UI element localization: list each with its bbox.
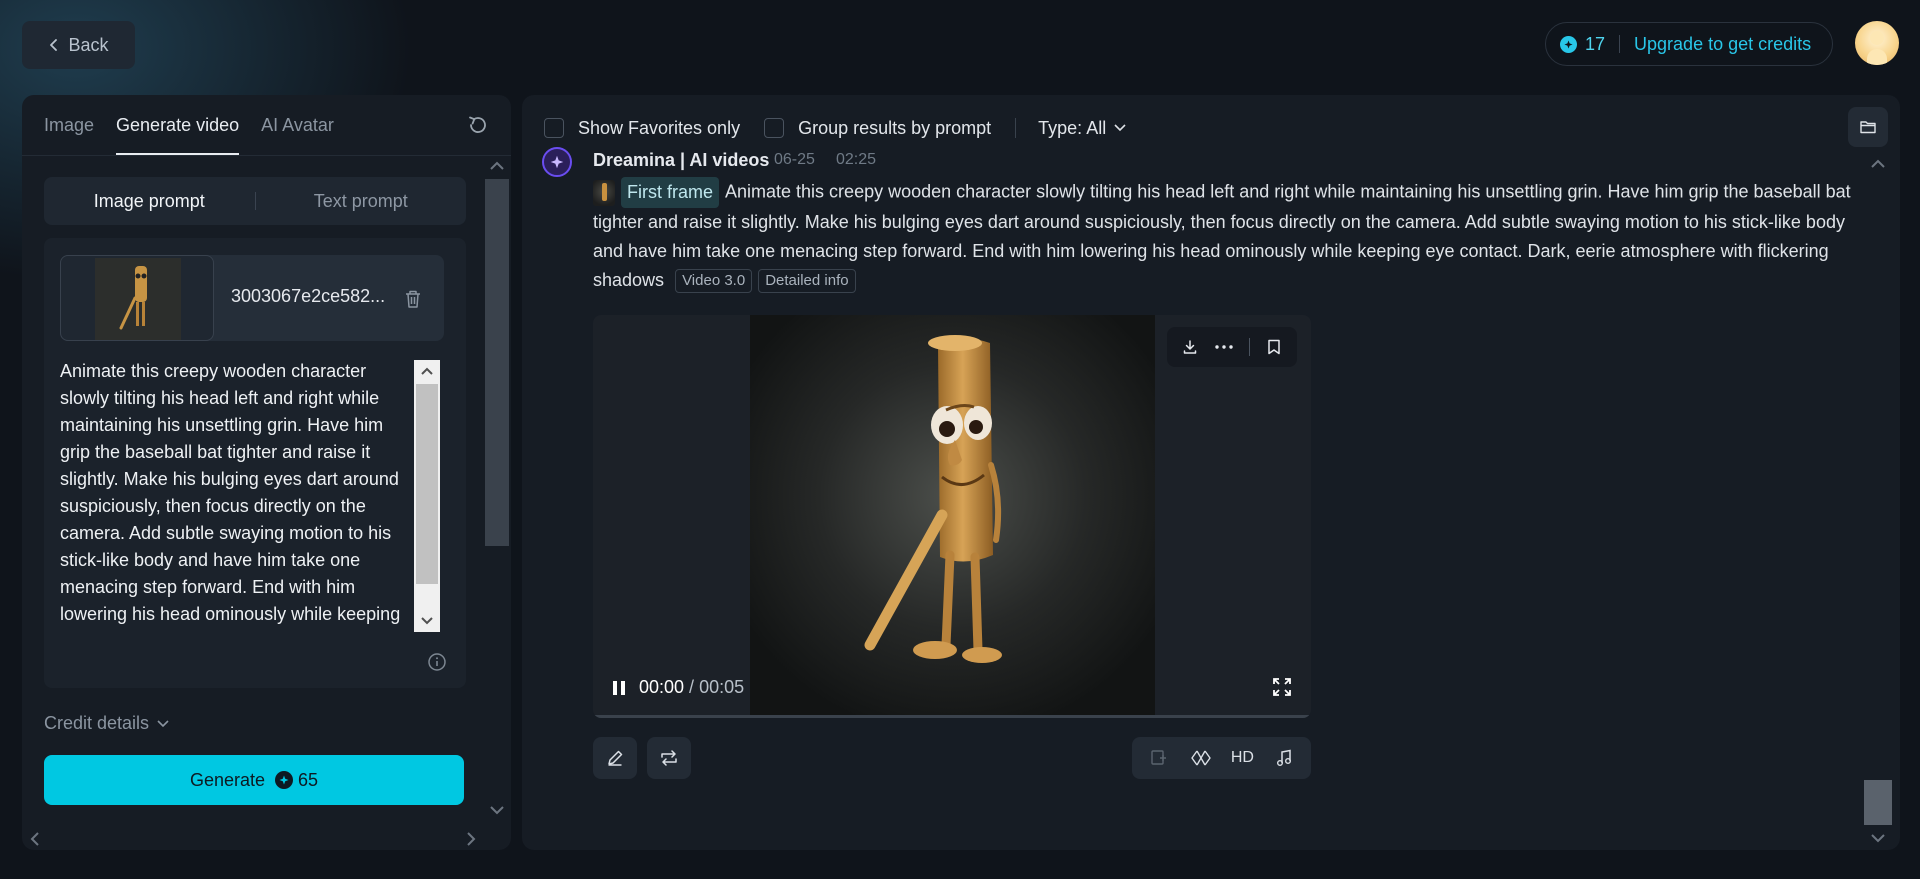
credits-count: 17 xyxy=(1585,33,1606,54)
record-time: 02:25 xyxy=(836,151,877,168)
folder-icon xyxy=(1860,121,1876,134)
lipsync-icon[interactable] xyxy=(1184,741,1218,775)
edit-button[interactable] xyxy=(593,737,637,779)
pill-divider xyxy=(1619,35,1621,53)
frame-extend-icon[interactable] xyxy=(1142,741,1176,775)
video-actions-group: HD xyxy=(1132,737,1311,779)
prompt-scrollbar[interactable] xyxy=(414,360,440,632)
left-panel: Image Generate video AI Avatar Image pro… xyxy=(22,95,511,850)
panel-scroll-down-icon[interactable] xyxy=(488,803,506,817)
time-display: 00:00 / 00:05 xyxy=(639,677,744,698)
chevron-down-icon xyxy=(157,719,169,727)
filter-divider xyxy=(1015,118,1017,138)
text-prompt-button[interactable]: Text prompt xyxy=(256,191,467,212)
file-name: 3003067e2ce582... xyxy=(231,286,386,306)
uploaded-image-thumbnail[interactable] xyxy=(60,255,214,341)
tab-ai-avatar[interactable]: AI Avatar xyxy=(261,95,334,155)
coin-icon xyxy=(1560,35,1577,53)
coin-icon xyxy=(275,771,294,789)
current-time: 00:00 xyxy=(639,677,685,697)
info-icon[interactable] xyxy=(427,652,447,672)
tab-generate-video[interactable]: Generate video xyxy=(116,95,240,155)
results-scroll-up-icon[interactable] xyxy=(1869,157,1887,171)
regenerate-icon xyxy=(661,750,677,766)
first-frame-label: First frame xyxy=(621,177,720,208)
dreamina-logo-icon xyxy=(542,147,572,177)
fullscreen-icon[interactable] xyxy=(1272,677,1292,697)
generate-cost: 65 xyxy=(275,770,318,791)
credit-details-toggle[interactable]: Credit details xyxy=(44,713,169,734)
wooden-character-thumbnail xyxy=(95,258,181,340)
toolbar-divider xyxy=(1248,338,1250,356)
avatar[interactable] xyxy=(1855,21,1899,65)
record-prompt: First frame Animate this creepy wooden c… xyxy=(593,177,1873,295)
type-label: Type: All xyxy=(1038,117,1107,138)
favorites-label: Show Favorites only xyxy=(578,117,741,138)
uploaded-file-card: 3003067e2ce582... xyxy=(60,255,444,341)
credit-details-label: Credit details xyxy=(44,713,150,733)
prompt-textarea[interactable]: Animate this creepy wooden character slo… xyxy=(60,358,406,626)
group-filter[interactable]: Group results by prompt xyxy=(764,118,991,139)
back-button[interactable]: Back xyxy=(22,21,135,69)
scroll-left-icon[interactable] xyxy=(28,831,42,847)
back-label: Back xyxy=(68,34,109,55)
trash-icon[interactable] xyxy=(404,289,422,309)
favorites-checkbox[interactable] xyxy=(544,118,564,138)
credits-pill[interactable]: 17 Upgrade to get credits xyxy=(1545,22,1833,66)
scroll-right-icon[interactable] xyxy=(464,831,478,847)
bookmark-icon[interactable] xyxy=(1264,337,1284,357)
filter-bar: Show Favorites only Group results by pro… xyxy=(544,113,1126,143)
record-title: Dreamina | AI videos xyxy=(593,150,770,170)
upgrade-link[interactable]: Upgrade to get credits xyxy=(1634,34,1811,55)
prompt-mode-toggle: Image prompt Text prompt xyxy=(44,177,466,225)
results-panel: Show Favorites only Group results by pro… xyxy=(522,95,1900,850)
favorites-filter[interactable]: Show Favorites only xyxy=(544,118,740,139)
more-icon[interactable] xyxy=(1214,337,1234,357)
tab-image[interactable]: Image xyxy=(44,95,94,155)
video-toolbar xyxy=(1167,327,1297,367)
chevron-left-icon xyxy=(50,39,58,51)
scroll-thumb[interactable] xyxy=(416,384,438,584)
download-icon[interactable] xyxy=(1180,337,1200,357)
first-frame-chip[interactable]: First frame xyxy=(593,177,720,208)
results-scroll-thumb[interactable] xyxy=(1864,780,1892,825)
image-prompt-button[interactable]: Image prompt xyxy=(44,191,255,212)
video-frame xyxy=(750,315,1155,718)
scroll-up-arrow[interactable] xyxy=(414,360,440,382)
total-time: 00:05 xyxy=(699,677,745,697)
generate-button[interactable]: Generate 65 xyxy=(44,755,464,805)
generate-label: Generate xyxy=(189,769,266,790)
mode-tabs: Image Generate video AI Avatar xyxy=(44,95,334,155)
video-controls: 00:00 / 00:05 xyxy=(611,677,744,698)
regenerate-button[interactable] xyxy=(647,737,691,779)
first-frame-thumbnail xyxy=(593,179,615,206)
edit-icon xyxy=(608,750,623,766)
panel-scroll-up-icon[interactable] xyxy=(488,159,506,173)
hd-button[interactable]: HD xyxy=(1225,741,1259,775)
video-progress-bar[interactable] xyxy=(593,715,1311,718)
model-tag[interactable]: Video 3.0 xyxy=(675,269,753,294)
video-player[interactable]: 00:00 / 00:05 xyxy=(593,315,1311,718)
reset-icon[interactable] xyxy=(467,114,489,136)
tabs-divider xyxy=(22,155,511,156)
music-icon[interactable] xyxy=(1267,741,1301,775)
generate-cost-value: 65 xyxy=(298,769,319,790)
type-dropdown[interactable]: Type: All xyxy=(1038,118,1126,139)
chevron-down-icon xyxy=(1114,124,1126,132)
panel-scroll-thumb[interactable] xyxy=(485,179,509,546)
pause-icon[interactable] xyxy=(611,679,627,697)
prompt-box: 3003067e2ce582... Animate this creepy wo… xyxy=(44,238,466,688)
scroll-down-arrow[interactable] xyxy=(414,610,440,632)
group-label: Group results by prompt xyxy=(798,117,992,138)
folder-button[interactable] xyxy=(1848,107,1888,147)
record-date: 06-25 xyxy=(774,151,815,168)
detailed-info-tag[interactable]: Detailed info xyxy=(758,269,856,294)
group-checkbox[interactable] xyxy=(764,118,785,138)
results-scroll-down-icon[interactable] xyxy=(1869,831,1887,845)
time-separator: / xyxy=(684,677,700,697)
